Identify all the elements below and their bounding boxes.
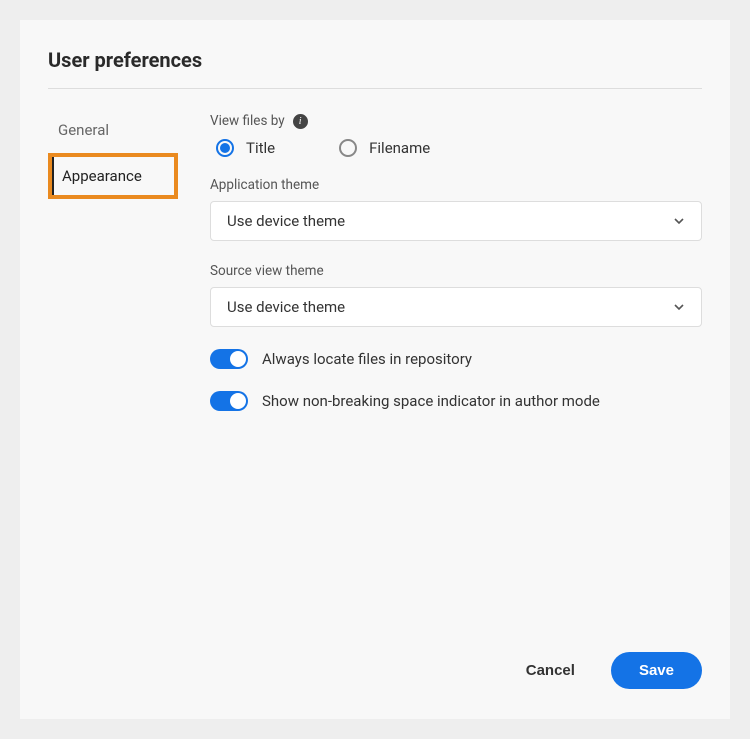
divider xyxy=(48,88,702,89)
cancel-button[interactable]: Cancel xyxy=(514,654,587,687)
source-theme-value: Use device theme xyxy=(227,298,345,316)
radio-filename-label: Filename xyxy=(369,139,430,157)
save-button[interactable]: Save xyxy=(611,652,702,689)
view-files-by-text: View files by xyxy=(210,113,285,129)
user-preferences-dialog: User preferences General Appearance View… xyxy=(20,20,730,719)
source-theme-label: Source view theme xyxy=(210,263,702,279)
source-theme-select[interactable]: Use device theme xyxy=(210,287,702,327)
radio-option-filename[interactable]: Filename xyxy=(339,139,430,157)
app-theme-label: Application theme xyxy=(210,177,702,193)
toggle-nbsp[interactable] xyxy=(210,391,248,411)
radio-option-title[interactable]: Title xyxy=(216,139,275,157)
toggle-locate-files-label: Always locate files in repository xyxy=(262,350,472,368)
app-theme-value: Use device theme xyxy=(227,212,345,230)
toggle-locate-files[interactable] xyxy=(210,349,248,369)
sidebar: General Appearance xyxy=(48,113,178,433)
main: View files by i Title Filename Applicati… xyxy=(210,113,702,433)
content: General Appearance View files by i Title… xyxy=(48,113,702,433)
chevron-down-icon xyxy=(673,215,685,227)
dialog-footer: Cancel Save xyxy=(514,652,702,689)
radio-title-label: Title xyxy=(246,139,275,157)
toggle-row-locate-files: Always locate files in repository xyxy=(210,349,702,369)
chevron-down-icon xyxy=(673,301,685,313)
tab-appearance[interactable]: Appearance xyxy=(48,153,178,199)
view-files-by-label: View files by i xyxy=(210,113,702,129)
toggle-row-nbsp: Show non-breaking space indicator in aut… xyxy=(210,391,702,411)
dialog-title: User preferences xyxy=(48,48,702,72)
radio-filename[interactable] xyxy=(339,139,357,157)
app-theme-select[interactable]: Use device theme xyxy=(210,201,702,241)
toggle-nbsp-label: Show non-breaking space indicator in aut… xyxy=(262,392,600,410)
radio-title[interactable] xyxy=(216,139,234,157)
view-files-by-group: Title Filename xyxy=(210,139,702,157)
tab-general[interactable]: General xyxy=(48,113,178,147)
info-icon[interactable]: i xyxy=(293,114,308,129)
